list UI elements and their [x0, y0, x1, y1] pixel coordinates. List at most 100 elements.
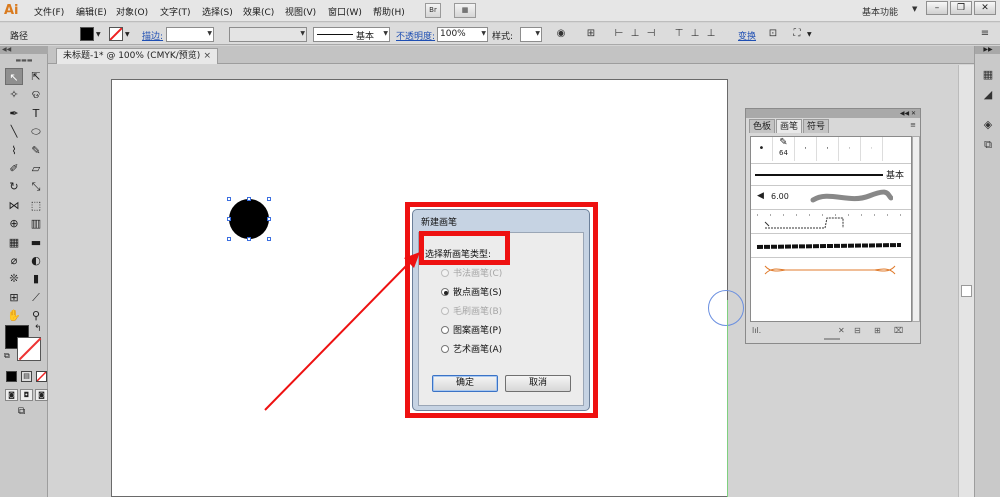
lasso-tool[interactable]: ଡ: [27, 86, 45, 103]
menu-edit[interactable]: 编辑(E): [76, 5, 107, 18]
cancel-button[interactable]: 取消: [505, 375, 571, 392]
menu-view[interactable]: 视图(V): [285, 5, 316, 18]
close-icon[interactable]: ×: [203, 49, 211, 64]
align-to-icon[interactable]: ⊞: [584, 27, 598, 41]
brush-library-icon[interactable]: lıl.: [752, 326, 761, 335]
paintbrush-tool[interactable]: ⌇: [5, 142, 23, 159]
slice-tool[interactable]: ⟋: [27, 289, 45, 306]
bounding-box-handle[interactable]: [227, 237, 231, 241]
isolate-group-icon[interactable]: ⊡: [766, 27, 780, 41]
minimize-button[interactable]: –: [926, 1, 948, 15]
rotate-tool[interactable]: ↻: [5, 178, 23, 195]
tab-swatches[interactable]: 色板: [749, 119, 776, 133]
align-horizontal-center-icon[interactable]: ⊥: [628, 27, 642, 41]
bounding-box-handle[interactable]: [227, 197, 231, 201]
magic-wand-tool[interactable]: ✧: [5, 86, 23, 103]
pencil-tool[interactable]: ✎: [27, 142, 45, 159]
shape-builder-tool[interactable]: ⊕: [5, 215, 23, 232]
brush-preset[interactable]: ·: [817, 137, 839, 161]
mesh-tool[interactable]: ▦: [5, 234, 23, 251]
eraser-tool[interactable]: ▱: [27, 160, 45, 177]
chevron-down-icon[interactable]: ▼: [807, 31, 812, 38]
pen-tool[interactable]: ✒: [5, 105, 23, 122]
opacity-label[interactable]: 不透明度:: [396, 29, 435, 42]
menu-type[interactable]: 文字(T): [160, 5, 191, 18]
option-scatter-brush[interactable]: 散点画笔(S): [441, 285, 502, 298]
align-right-icon[interactable]: ⊣: [644, 27, 658, 41]
brush-preset[interactable]: ·: [839, 137, 861, 161]
color-icon[interactable]: ▦: [979, 66, 997, 83]
screen-mode-icon[interactable]: ⧉: [18, 406, 25, 417]
symbol-sprayer-tool[interactable]: ❊: [5, 270, 23, 287]
graphic-style-select[interactable]: ▼: [520, 27, 542, 42]
brush-preset[interactable]: ✎ 64: [773, 137, 795, 161]
brush-row-pattern[interactable]: [751, 209, 911, 233]
brush-list-scrollbar[interactable]: [912, 136, 920, 322]
swap-fill-stroke-icon[interactable]: ↰: [34, 324, 42, 334]
restore-button[interactable]: ❐: [950, 1, 972, 15]
menu-file[interactable]: 文件(F): [34, 5, 64, 18]
chevron-down-icon[interactable]: ▼: [912, 5, 917, 13]
align-top-icon[interactable]: ⊤: [672, 27, 686, 41]
tab-brushes[interactable]: 画笔: [776, 119, 803, 133]
scale-tool[interactable]: ⤡: [27, 178, 45, 195]
bounding-box-handle[interactable]: [267, 197, 271, 201]
blend-tool[interactable]: ◐: [27, 252, 45, 269]
option-pattern-brush[interactable]: 图案画笔(P): [441, 323, 501, 336]
new-brush-icon[interactable]: ⊞: [874, 326, 881, 335]
panel-resize-grip[interactable]: [824, 338, 840, 340]
none-mode-button[interactable]: [36, 371, 47, 382]
menu-effect[interactable]: 效果(C): [243, 5, 274, 18]
align-left-icon[interactable]: ⊢: [612, 27, 626, 41]
bounding-box-handle[interactable]: [247, 237, 251, 241]
artboard-tool[interactable]: ⊞: [5, 289, 23, 306]
selected-circle-shape[interactable]: [229, 199, 269, 239]
panel-grip[interactable]: ▶▶: [975, 46, 1000, 54]
brush-preset[interactable]: •: [751, 137, 773, 161]
opacity-field[interactable]: 100% ▼: [437, 27, 488, 42]
stroke-weight-field[interactable]: ▼: [166, 27, 214, 42]
radio-button[interactable]: [441, 326, 449, 334]
panel-menu-icon[interactable]: ≡: [910, 121, 916, 129]
draw-behind-button[interactable]: ◘: [20, 389, 33, 401]
brush-row-dry-ink[interactable]: [751, 233, 911, 257]
color-guide-icon[interactable]: ◢: [979, 86, 997, 103]
bounding-box-handle[interactable]: [227, 217, 231, 221]
bounding-box-handle[interactable]: [247, 197, 251, 201]
gradient-mode-button[interactable]: ▤: [21, 371, 32, 382]
radio-button-checked[interactable]: [441, 288, 449, 296]
brush-row-calligraphic[interactable]: ◀ 6.00: [751, 185, 911, 209]
remove-stroke-icon[interactable]: ✕: [838, 326, 845, 335]
tab-symbols[interactable]: 符号: [803, 119, 830, 133]
stroke-color-box[interactable]: [17, 337, 41, 361]
line-tool[interactable]: ╲: [5, 123, 23, 140]
gradient-tool[interactable]: ▬: [27, 234, 45, 251]
brush-preset[interactable]: ·: [861, 137, 883, 161]
eyedropper-tool[interactable]: ⌀: [5, 252, 23, 269]
recolor-artwork-icon[interactable]: ◉: [554, 27, 568, 41]
type-tool[interactable]: T: [27, 105, 45, 122]
align-vertical-center-icon[interactable]: ⊥: [688, 27, 702, 41]
panel-grip[interactable]: ◀◀: [0, 46, 48, 54]
align-bottom-icon[interactable]: ⊥: [704, 27, 718, 41]
scrollbar-thumb[interactable]: [961, 285, 972, 297]
selection-tool[interactable]: ↖: [5, 68, 23, 85]
brush-options-icon[interactable]: ⊟: [854, 326, 861, 335]
ellipse-tool[interactable]: ⬭: [27, 123, 45, 140]
column-graph-tool[interactable]: ▮: [27, 270, 45, 287]
brush-row-art[interactable]: [751, 257, 911, 281]
panel-topbar[interactable]: ◀◀ ✕: [746, 109, 920, 118]
chevron-down-icon[interactable]: ▼: [96, 31, 101, 38]
menu-select[interactable]: 选择(S): [202, 5, 233, 18]
arrange-documents-icon[interactable]: ▦: [454, 3, 476, 18]
width-tool[interactable]: ⋈: [5, 197, 23, 214]
artboards-icon[interactable]: ⧉: [979, 136, 997, 153]
chevron-down-icon[interactable]: ▼: [125, 31, 130, 38]
panel-gripper[interactable]: ▬▬▬: [0, 56, 48, 66]
brush-preset[interactable]: ·: [795, 137, 817, 161]
workspace-switcher-label[interactable]: 基本功能: [862, 5, 898, 18]
fill-swatch[interactable]: [80, 27, 94, 41]
brush-definition-select[interactable]: 基本 ▼: [313, 27, 390, 42]
variable-width-profile-select[interactable]: ▼: [229, 27, 307, 42]
perspective-grid-tool[interactable]: ▥: [27, 215, 45, 232]
